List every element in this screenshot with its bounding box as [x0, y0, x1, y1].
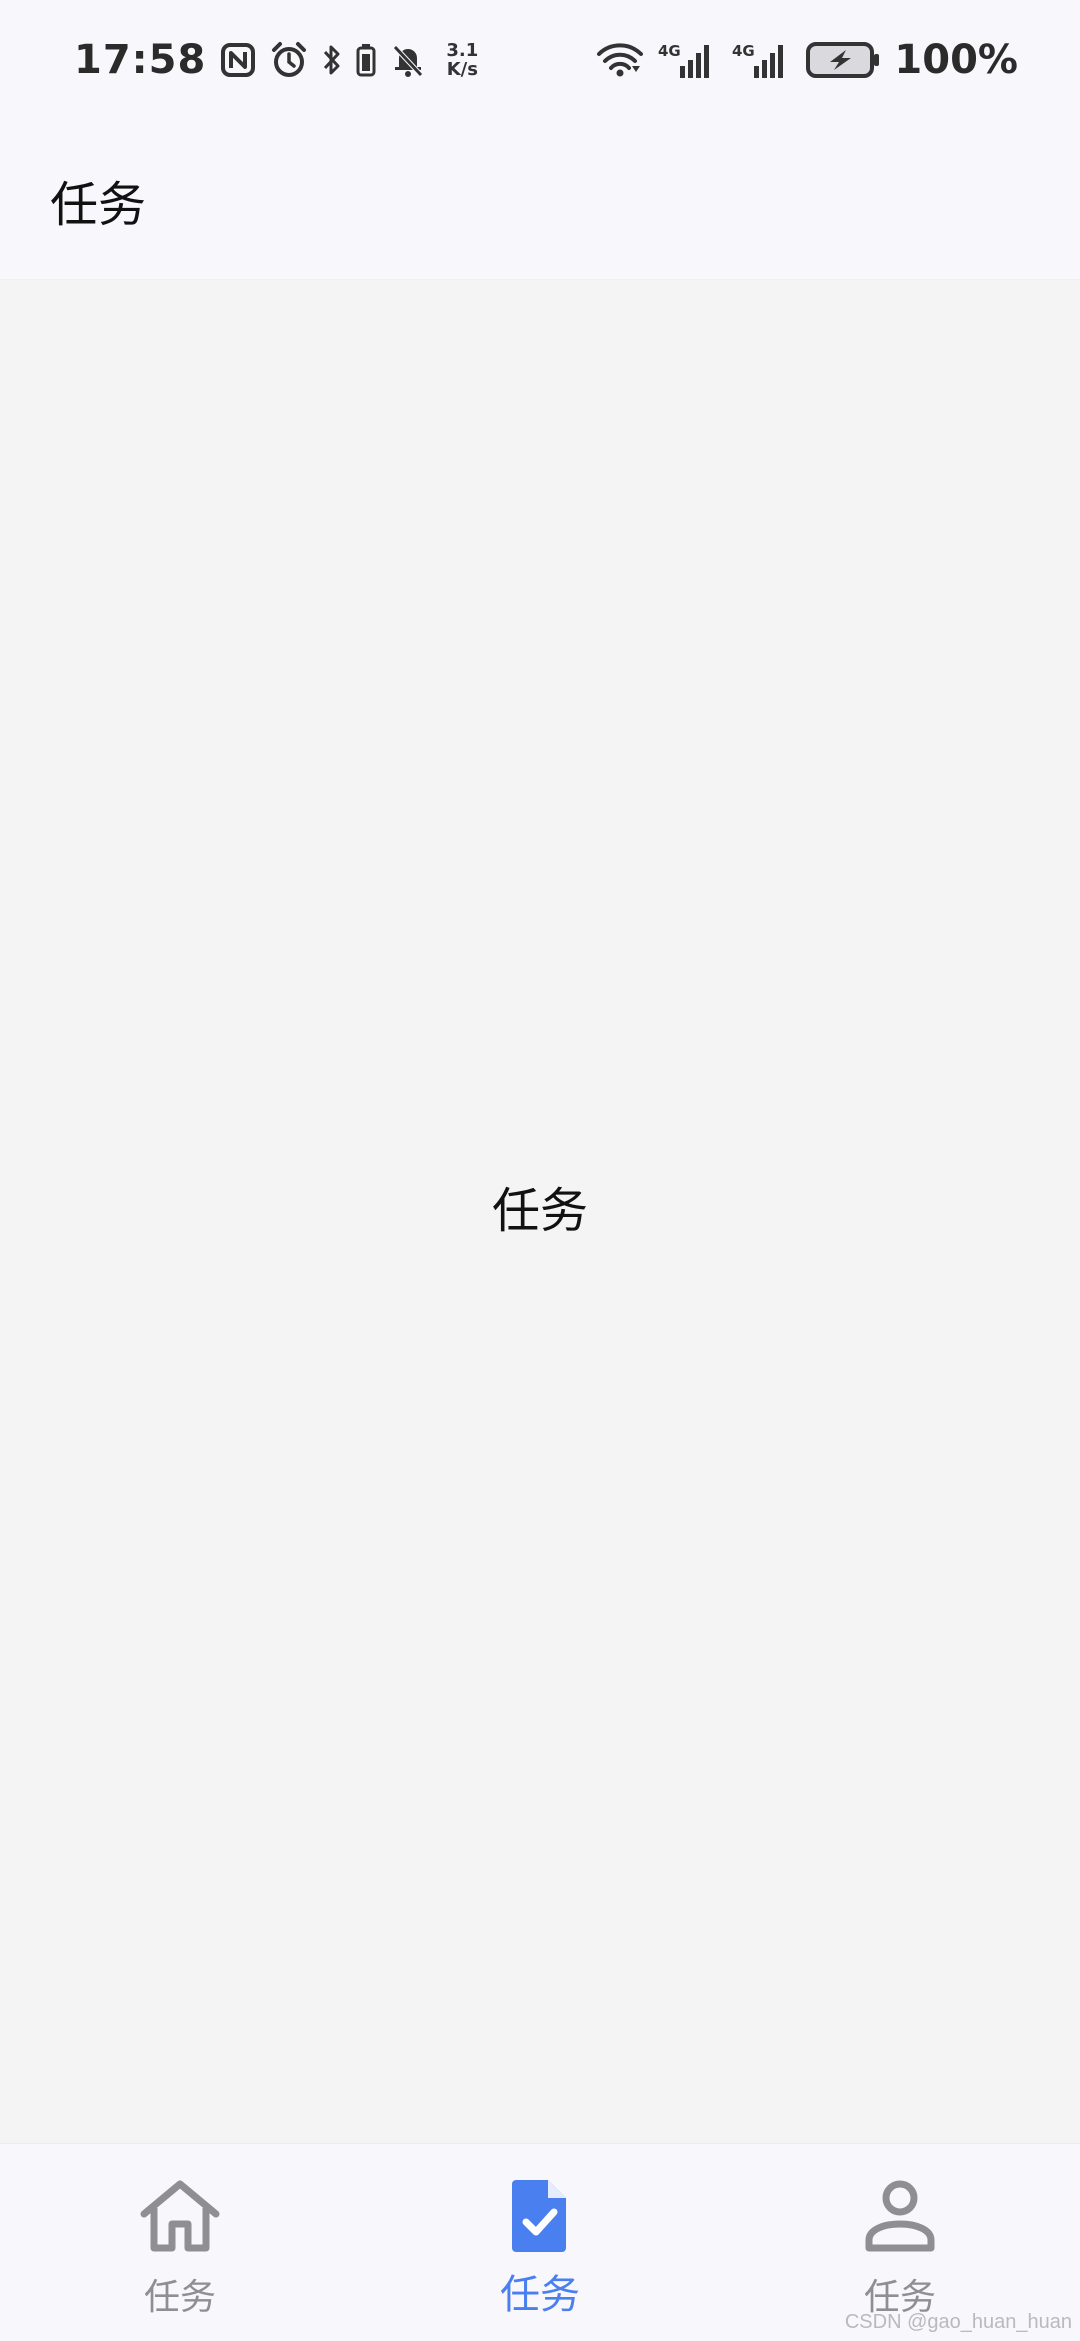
nfc-icon: [220, 42, 256, 78]
nav-label-home: 任务: [143, 2277, 216, 2318]
network-speed-unit: K/s: [446, 59, 478, 80]
battery-charging-icon: [806, 41, 880, 79]
battery-percent: 100%: [894, 37, 1018, 83]
nav-label-task: 任务: [500, 2272, 580, 2318]
network-type-2: 4G: [732, 42, 755, 60]
alarm-icon: [270, 41, 308, 79]
app-bar: 任务: [0, 120, 1080, 280]
page-title: 任务: [50, 176, 147, 233]
battery-small-icon: [356, 43, 376, 77]
network-speed: 3.1 K/s: [440, 41, 484, 79]
nav-item-home[interactable]: 任务: [0, 2144, 360, 2341]
network-type-1: 4G: [658, 42, 681, 60]
home-icon: [138, 2174, 222, 2258]
status-bar: 17:58 3.1 K/s 4G 4G 100%: [0, 0, 1080, 120]
signal-icon: 4G: [658, 40, 718, 80]
wifi-icon: [596, 42, 644, 78]
status-bar-left: 17:58 3.1 K/s: [74, 37, 484, 83]
status-bar-right: 4G 4G 100%: [596, 37, 1018, 83]
network-speed-value: 3.1: [446, 40, 479, 61]
main-content: 任务: [0, 281, 1080, 2143]
status-time: 17:58: [74, 37, 207, 83]
nav-item-task[interactable]: 任务: [360, 2144, 720, 2341]
mute-icon: [390, 42, 426, 78]
bluetooth-icon: [322, 43, 342, 77]
content-center-text: 任务: [491, 1183, 588, 1239]
signal-icon-2: 4G: [732, 40, 792, 80]
person-icon: [864, 2174, 936, 2258]
task-document-icon: [510, 2174, 570, 2258]
watermark: CSDN @gao_huan_huan: [844, 2311, 1072, 2333]
